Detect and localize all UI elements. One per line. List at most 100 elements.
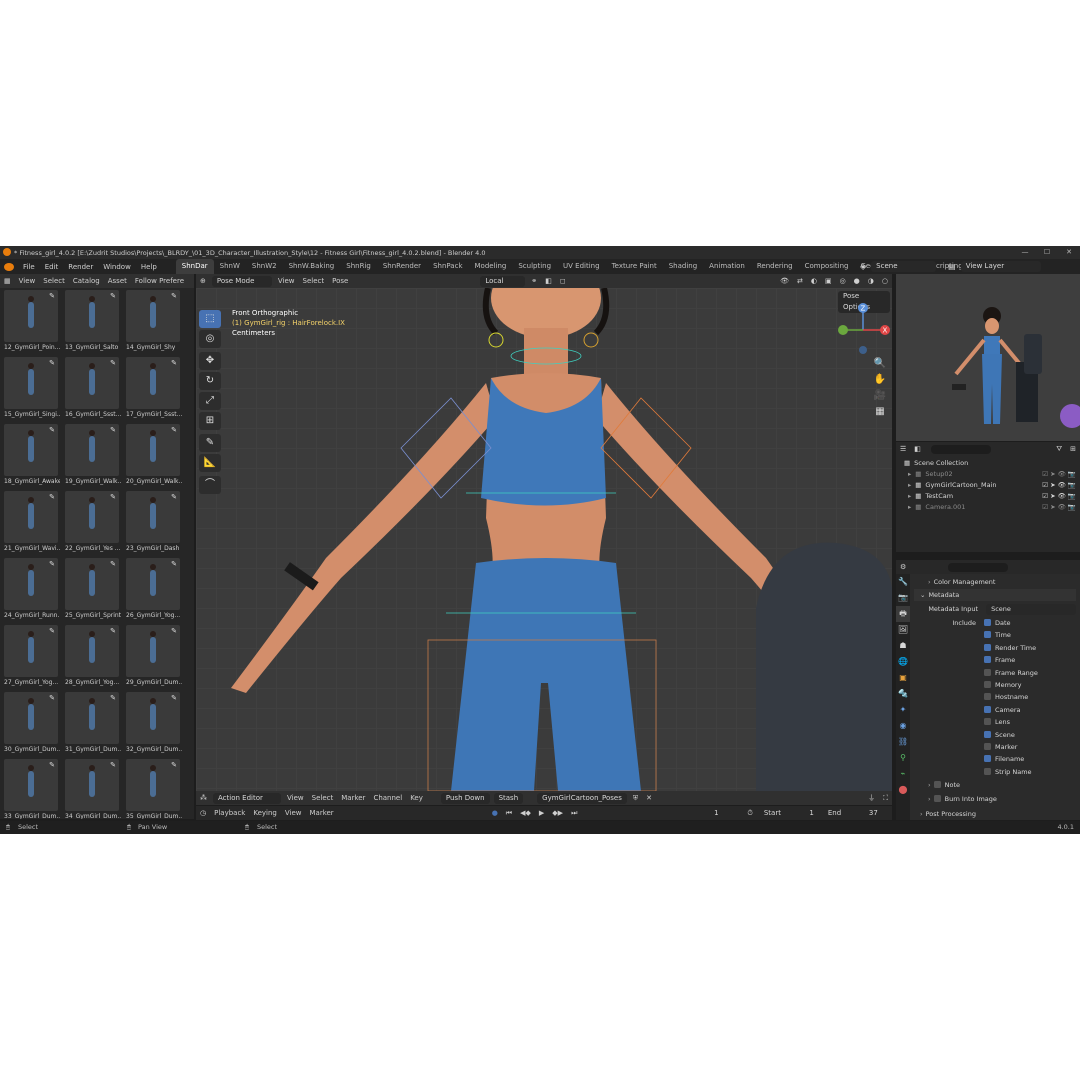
menu-window[interactable]: Window bbox=[98, 263, 136, 271]
asset-item[interactable]: ✎ 29_GymGirl_Dum... bbox=[126, 625, 182, 692]
start-frame-field[interactable]: Start 1 bbox=[758, 807, 819, 819]
workspace-tab[interactable]: ShnRender bbox=[377, 259, 427, 274]
asset-item[interactable]: ✎ 35_GymGirl_Dum... bbox=[126, 759, 182, 819]
edit-pose-icon[interactable]: ✎ bbox=[49, 694, 55, 702]
bone-tab-icon[interactable]: ⌁ bbox=[896, 766, 910, 782]
workspace-tab[interactable]: ShnW2 bbox=[246, 259, 283, 274]
edit-pose-icon[interactable]: ✎ bbox=[171, 694, 177, 702]
cursor-tool-icon[interactable]: ◎ bbox=[199, 330, 221, 348]
proportional-icon[interactable]: ◻ bbox=[556, 277, 570, 285]
include-option[interactable]: Strip Name bbox=[984, 766, 1076, 778]
play-icon[interactable]: ▶ bbox=[535, 809, 548, 817]
workspace-tab[interactable]: ShnW.Baking bbox=[283, 259, 341, 274]
action-menu-key[interactable]: Key bbox=[406, 794, 427, 802]
asset-item[interactable]: ✎ 18_GymGirl_Awake bbox=[4, 424, 60, 491]
include-checkbox[interactable] bbox=[984, 743, 991, 750]
close-button[interactable]: ✕ bbox=[1058, 246, 1080, 259]
include-checkbox[interactable] bbox=[984, 656, 991, 664]
output-tab-icon[interactable]: 🖶 bbox=[896, 606, 910, 622]
workspace-tab[interactable]: Compositing bbox=[799, 259, 855, 274]
asset-item[interactable]: ✎ 22_GymGirl_Yes ... bbox=[65, 491, 121, 558]
scene-tab-icon[interactable]: ☗ bbox=[896, 638, 910, 654]
current-frame-field[interactable]: 1 bbox=[691, 807, 742, 819]
edit-pose-icon[interactable]: ✎ bbox=[171, 627, 177, 635]
prev-key-icon[interactable]: ◀◆ bbox=[516, 809, 535, 817]
object-tab-icon[interactable]: ▣ bbox=[896, 670, 910, 686]
tool-tab-icon[interactable]: 🔧 bbox=[896, 574, 910, 590]
shading-material-icon[interactable]: ◑ bbox=[864, 277, 878, 285]
include-option[interactable]: Scene bbox=[984, 729, 1076, 741]
shading-wireframe-icon[interactable]: ◎ bbox=[836, 277, 850, 285]
workspace-tab[interactable]: ShnRig bbox=[340, 259, 377, 274]
edit-pose-icon[interactable]: ✎ bbox=[171, 292, 177, 300]
metadata-input-dropdown[interactable]: Scene bbox=[986, 604, 1077, 615]
include-option[interactable]: Date bbox=[984, 617, 1076, 629]
fake-user-shield-icon[interactable]: ⛨ bbox=[629, 794, 642, 803]
material-tab-icon[interactable]: ⬤ bbox=[896, 782, 910, 798]
include-option[interactable]: Marker bbox=[984, 741, 1076, 753]
workspace-tab[interactable]: Texture Paint bbox=[606, 259, 663, 274]
include-option[interactable]: Filename bbox=[984, 753, 1076, 765]
shading-solid-icon[interactable]: ● bbox=[850, 277, 864, 285]
timeline-menu-keying[interactable]: Keying bbox=[249, 809, 281, 817]
view-layer-selector[interactable]: View Layer bbox=[960, 261, 1041, 272]
viewport-menu-select[interactable]: Select bbox=[299, 277, 329, 285]
include-option[interactable]: Lens bbox=[984, 716, 1076, 728]
viewport-menu-view[interactable]: View bbox=[274, 277, 299, 285]
include-option[interactable]: Memory bbox=[984, 679, 1076, 691]
jump-end-icon[interactable]: ⏭ bbox=[567, 809, 581, 818]
timeline-menu-playback[interactable]: Playback bbox=[210, 809, 249, 817]
next-key-icon[interactable]: ◆▶ bbox=[548, 809, 567, 817]
auto-key-record-icon[interactable]: ● bbox=[488, 809, 502, 817]
rotate-tool-icon[interactable]: ↻ bbox=[199, 372, 221, 390]
asset-item[interactable]: ✎ 30_GymGirl_Dum... bbox=[4, 692, 60, 759]
physics-tab-icon[interactable]: ◉ bbox=[896, 718, 910, 734]
asset-item[interactable]: ✎ 27_GymGirl_Yog... bbox=[4, 625, 60, 692]
stash-button[interactable]: Stash bbox=[493, 792, 524, 804]
asset-item[interactable]: ✎ 20_GymGirl_Walk... bbox=[126, 424, 182, 491]
action-selector[interactable]: GymGirlCartoon_Poses bbox=[537, 792, 627, 804]
jump-start-icon[interactable]: ⏮ bbox=[502, 809, 516, 818]
asset-item[interactable]: ✎ 12_GymGirl_Poin... bbox=[4, 290, 60, 357]
action-menu-view[interactable]: View bbox=[283, 794, 308, 802]
orientation-dropdown[interactable]: Local bbox=[480, 275, 526, 287]
expand-arrow-icon[interactable]: ▸ bbox=[908, 470, 911, 478]
edit-pose-icon[interactable]: ✎ bbox=[49, 359, 55, 367]
push-down-button[interactable]: Push Down bbox=[440, 792, 490, 804]
data-tab-icon[interactable]: ⚲ bbox=[896, 750, 910, 766]
camera-preview-viewport[interactable] bbox=[896, 274, 1080, 441]
unlink-action-icon[interactable]: ✕ bbox=[642, 794, 656, 802]
viewport-menu-pose[interactable]: Pose bbox=[328, 277, 352, 285]
timeline-menu-marker[interactable]: Marker bbox=[305, 809, 337, 817]
navigation-gizmo[interactable]: Z X bbox=[833, 300, 892, 360]
edit-pose-icon[interactable]: ✎ bbox=[110, 560, 116, 568]
expand-arrow-icon[interactable]: ▸ bbox=[908, 492, 911, 500]
ortho-grid-icon[interactable]: ▦ bbox=[872, 406, 888, 417]
workspace-tab[interactable]: Shading bbox=[663, 259, 703, 274]
menu-file[interactable]: File bbox=[18, 263, 40, 271]
include-checkbox[interactable] bbox=[984, 767, 991, 775]
xray-icon[interactable]: ▣ bbox=[821, 277, 836, 285]
asset-item[interactable]: ✎ 17_GymGirl_Ssst... bbox=[126, 357, 182, 424]
snapping-icon[interactable]: ⛶ bbox=[879, 794, 892, 803]
include-checkbox[interactable] bbox=[984, 668, 991, 676]
include-option[interactable]: Render Time bbox=[984, 642, 1076, 654]
edit-pose-icon[interactable]: ✎ bbox=[110, 493, 116, 501]
action-menu-channel[interactable]: Channel bbox=[369, 794, 406, 802]
outliner-search-input[interactable] bbox=[930, 444, 991, 454]
post-processing-panel[interactable]: › Post Processing bbox=[914, 808, 1076, 820]
edit-pose-icon[interactable]: ✎ bbox=[49, 627, 55, 635]
asset-item[interactable]: ✎ 16_GymGirl_Ssst... bbox=[65, 357, 121, 424]
snap-icon[interactable]: ◧ bbox=[541, 277, 556, 285]
visibility-icon[interactable]: 👁 bbox=[776, 277, 793, 285]
include-option[interactable]: Time bbox=[984, 629, 1076, 641]
minimize-button[interactable]: — bbox=[1014, 246, 1036, 259]
expand-arrow-icon[interactable]: ▸ bbox=[908, 503, 911, 511]
select-tool-icon[interactable]: ⬚ bbox=[199, 310, 221, 328]
note-checkbox[interactable] bbox=[933, 781, 941, 788]
shading-rendered-icon[interactable]: ○ bbox=[878, 277, 892, 285]
edit-pose-icon[interactable]: ✎ bbox=[110, 627, 116, 635]
action-menu-select[interactable]: Select bbox=[308, 794, 338, 802]
end-frame-field[interactable]: End 37 bbox=[822, 807, 883, 819]
filter-icon[interactable]: ⏚ bbox=[864, 793, 879, 803]
